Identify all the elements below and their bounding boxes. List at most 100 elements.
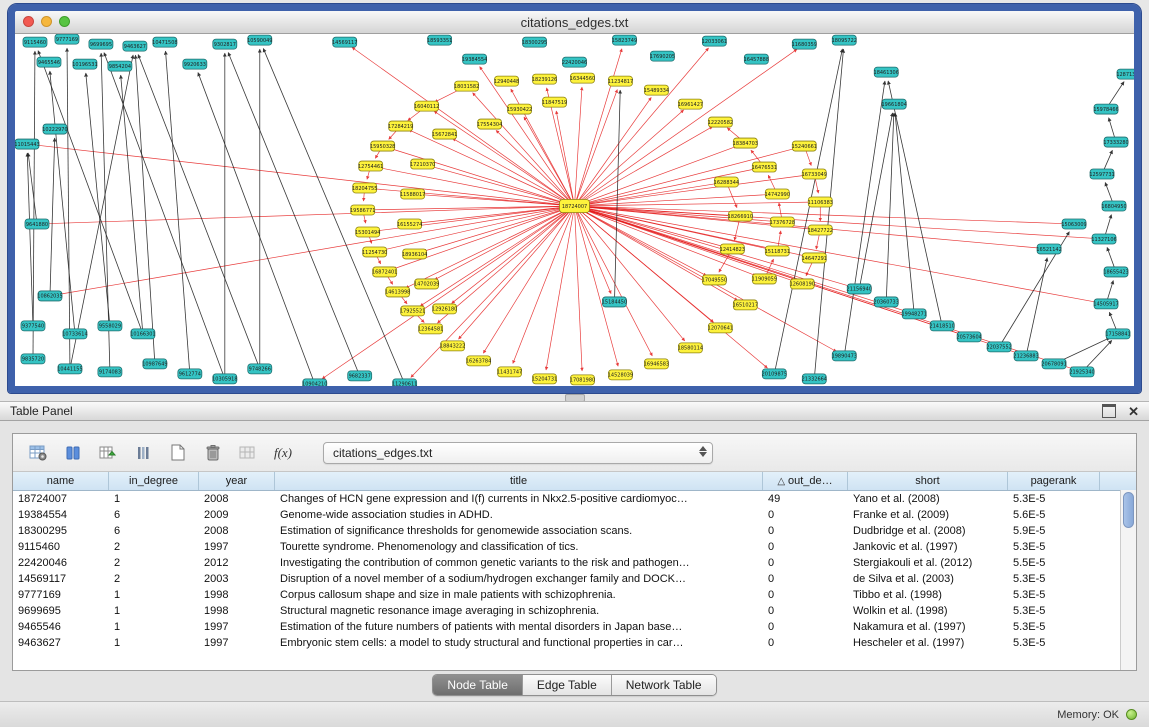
table-cell[interactable]: 1 <box>109 603 199 619</box>
table-cell[interactable]: Nakamura et al. (1997) <box>848 619 1008 635</box>
graph-node[interactable]: 20109875 <box>762 369 787 379</box>
table-cell[interactable]: 0 <box>763 523 848 539</box>
graph-node[interactable]: 10862035 <box>37 291 62 301</box>
table-cell[interactable]: 5.3E-5 <box>1008 635 1100 651</box>
function-builder-icon[interactable]: f(x) <box>270 441 296 465</box>
table-cell[interactable]: Wolkin et al. (1998) <box>848 603 1008 619</box>
graph-node[interactable]: 10166301 <box>130 329 155 339</box>
graph-node[interactable]: 19661804 <box>882 99 907 109</box>
graph-node[interactable]: 9777169 <box>55 34 79 44</box>
graph-node[interactable]: 18593351 <box>427 35 452 45</box>
table-row[interactable]: 1872400712008Changes of HCN gene express… <box>13 491 1136 507</box>
table-row[interactable]: 1456911722003Disruption of a novel membe… <box>13 571 1136 587</box>
graph-node[interactable]: 16521142 <box>1036 244 1061 254</box>
network-canvas[interactable]: 1872400718031582160401121728421915950328… <box>15 34 1134 386</box>
table-cell[interactable]: 5.5E-5 <box>1008 555 1100 571</box>
graph-node[interactable]: 11290611 <box>392 379 417 386</box>
table-cell[interactable]: 5.9E-5 <box>1008 523 1100 539</box>
graph-node[interactable]: 21156940 <box>847 284 872 294</box>
graph-node[interactable]: 15204731 <box>532 374 557 384</box>
graph-node[interactable]: 9748266 <box>248 364 272 374</box>
table-cell[interactable]: 1 <box>109 635 199 651</box>
table-cell[interactable]: 18300295 <box>13 523 109 539</box>
graph-node[interactable]: 14742990 <box>765 189 790 199</box>
table-cell[interactable]: 2 <box>109 571 199 587</box>
graph-node[interactable]: 10196531 <box>72 59 97 69</box>
table-cell[interactable]: 0 <box>763 635 848 651</box>
graph-node[interactable]: 10222970 <box>42 124 67 134</box>
graph-node[interactable]: 17049550 <box>702 275 727 285</box>
table-cell[interactable]: 6 <box>109 507 199 523</box>
graph-node[interactable]: 10441155 <box>57 364 82 374</box>
graph-node[interactable]: 11327106 <box>1091 234 1116 244</box>
graph-node[interactable]: 19890473 <box>832 351 857 361</box>
tab-network-table[interactable]: Network Table <box>612 675 716 695</box>
graph-node[interactable]: 17210370 <box>410 159 435 169</box>
table-cell[interactable]: 9115460 <box>13 539 109 555</box>
graph-node[interactable]: 15301494 <box>355 227 380 237</box>
graph-node[interactable]: 9854204 <box>108 61 132 71</box>
graph-node[interactable]: 21418510 <box>929 321 954 331</box>
table-cell[interactable]: 5.3E-5 <box>1008 491 1100 507</box>
graph-node[interactable]: 12070641 <box>708 323 733 333</box>
graph-node[interactable]: 12940448 <box>494 76 519 86</box>
table-cell[interactable]: Stergiakouli et al. (2012) <box>848 555 1008 571</box>
tab-edge-table[interactable]: Edge Table <box>523 675 612 695</box>
graph-node[interactable]: 9115460 <box>23 37 47 47</box>
graph-node[interactable]: 18300295 <box>522 37 547 47</box>
graph-node[interactable]: 16040112 <box>414 101 439 111</box>
column-header-title[interactable]: title <box>275 472 763 490</box>
table-cell[interactable]: 1998 <box>199 603 275 619</box>
graph-node[interactable]: 12754461 <box>358 161 383 171</box>
table-cell[interactable]: 0 <box>763 619 848 635</box>
graph-node[interactable]: 22420046 <box>562 57 587 67</box>
graph-node[interactable]: 10471508 <box>152 37 177 47</box>
graph-node[interactable]: 14702039 <box>414 279 439 289</box>
graph-node[interactable]: 11588017 <box>400 189 425 199</box>
graph-node[interactable]: 14505917 <box>1093 299 1118 309</box>
graph-node[interactable]: 9641880 <box>25 219 49 229</box>
graph-node[interactable]: 15063009 <box>1061 219 1086 229</box>
graph-node[interactable]: 16457888 <box>744 54 769 64</box>
new-table-icon[interactable] <box>165 441 191 465</box>
table-cell[interactable]: Tourette syndrome. Phenomenology and cla… <box>275 539 763 555</box>
table-cell[interactable]: 5.3E-5 <box>1008 603 1100 619</box>
float-panel-icon[interactable] <box>1102 404 1116 418</box>
table-cell[interactable]: Structural magnetic resonance image aver… <box>275 603 763 619</box>
table-cell[interactable]: 6 <box>109 523 199 539</box>
table-cell[interactable]: 0 <box>763 555 848 571</box>
graph-node[interactable]: 11909059 <box>752 274 777 284</box>
table-cell[interactable]: Dudbridge et al. (2008) <box>848 523 1008 539</box>
close-window-icon[interactable] <box>23 16 34 27</box>
graph-node[interactable]: 17284219 <box>388 121 413 131</box>
table-cell[interactable]: 18724007 <box>13 491 109 507</box>
table-cell[interactable]: 2 <box>109 539 199 555</box>
show-columns-icon[interactable] <box>60 441 86 465</box>
graph-node[interactable]: 12414823 <box>720 244 745 254</box>
graph-node[interactable]: 16733049 <box>802 169 827 179</box>
table-cell[interactable]: 5.3E-5 <box>1008 571 1100 587</box>
graph-node[interactable]: 18461306 <box>874 67 899 77</box>
graph-node[interactable]: 9612774 <box>178 369 202 379</box>
graph-node[interactable]: 14569117 <box>332 37 357 47</box>
scrollbar-thumb[interactable] <box>1123 492 1134 528</box>
graph-node[interactable]: 9377540 <box>21 321 45 331</box>
graph-node[interactable]: 9682337 <box>348 371 372 381</box>
table-cell[interactable]: Disruption of a novel member of a sodium… <box>275 571 763 587</box>
graph-node[interactable]: 15489334 <box>644 85 669 95</box>
table-vertical-scrollbar[interactable] <box>1120 490 1136 670</box>
graph-node[interactable]: 14528039 <box>608 370 633 380</box>
graph-node[interactable]: 11015443 <box>15 139 40 149</box>
graph-node[interactable]: 17925521 <box>400 306 425 316</box>
graph-node[interactable]: 18095722 <box>832 35 857 45</box>
table-cell[interactable]: 1 <box>109 587 199 603</box>
graph-node[interactable]: 10590049 <box>247 35 272 45</box>
table-cell[interactable]: 5.3E-5 <box>1008 587 1100 603</box>
table-mode-icon[interactable] <box>25 441 51 465</box>
graph-node[interactable]: 11680359 <box>792 39 817 49</box>
graph-node[interactable]: 15950328 <box>370 141 395 151</box>
table-cell[interactable]: 5.3E-5 <box>1008 619 1100 635</box>
graph-node[interactable]: 10305918 <box>212 374 237 384</box>
graph-node[interactable]: 10733614 <box>62 329 87 339</box>
column-header-short[interactable]: short <box>848 472 1008 490</box>
